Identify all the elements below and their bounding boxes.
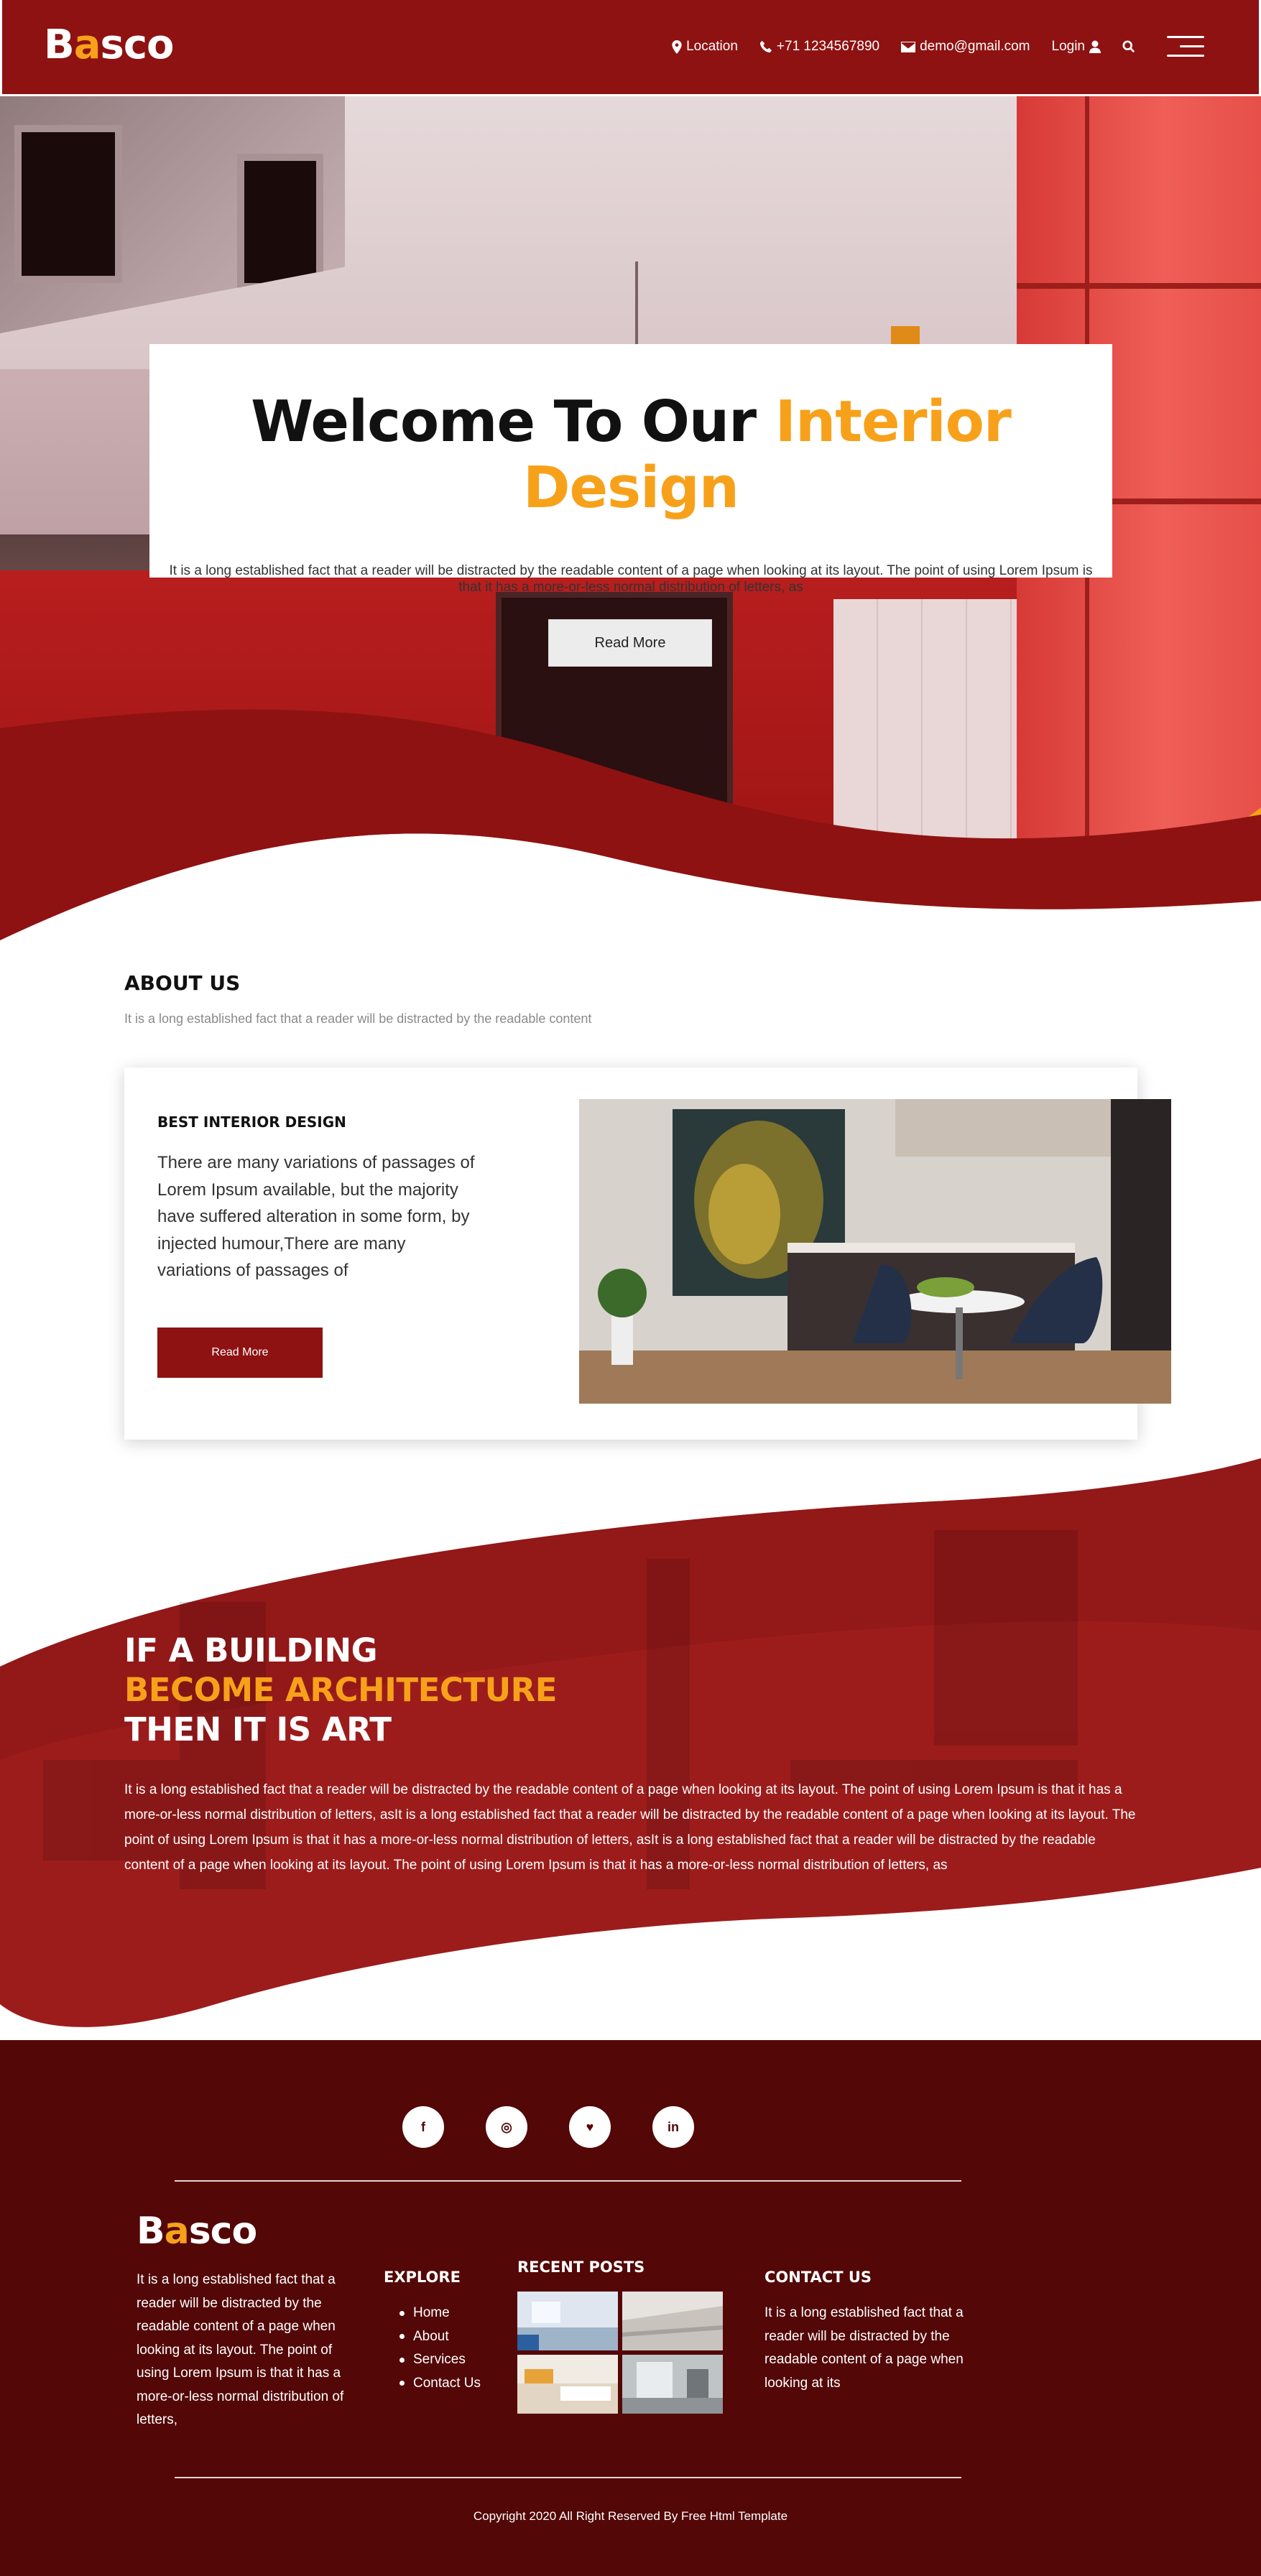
hamburger-line: [1180, 45, 1204, 47]
recent-post-thumbnail[interactable]: [622, 2292, 723, 2350]
search-button[interactable]: [1122, 40, 1135, 53]
hero-read-more-button[interactable]: Read More: [548, 619, 712, 667]
email-label: demo@gmail.com: [920, 39, 1030, 54]
architecture-heading-line2: BECOME ARCHITECTURE: [124, 1671, 558, 1709]
hero-title-main: Welcome To Our: [251, 389, 775, 455]
about-subtitle: It is a long established fact that a rea…: [124, 1011, 592, 1026]
location-link[interactable]: Location: [672, 39, 738, 55]
recent-post-thumbnail[interactable]: [517, 2292, 618, 2350]
footer-logo-rest: sco: [188, 2210, 257, 2253]
architecture-heading-line1: IF A BUILDING: [124, 1631, 378, 1669]
instagram-icon[interactable]: ◎: [486, 2106, 527, 2148]
architecture-banner-bg: [0, 1458, 1261, 2027]
site-logo[interactable]: Basco: [44, 22, 174, 68]
about-title: ABOUT US: [124, 971, 241, 995]
footer-link-home[interactable]: Home: [399, 2302, 481, 2325]
phone-label: +71 1234567890: [776, 39, 880, 54]
footer-divider-bottom: [175, 2477, 961, 2478]
hero-title: Welcome To Our Interior Design: [149, 389, 1112, 521]
footer-logo[interactable]: Basco: [137, 2210, 257, 2253]
architecture-text: It is a long established fact that a rea…: [124, 1782, 1136, 1873]
email-link[interactable]: demo@gmail.com: [901, 39, 1030, 55]
footer-about-text: It is a long established fact that a rea…: [137, 2272, 344, 2427]
search-icon: [1122, 40, 1135, 53]
kitchen-illustration: [579, 1099, 1171, 1404]
copyright-text: Copyright 2020 All Right Reserved By Fre…: [473, 2509, 788, 2523]
hero-description: It is a long established fact that a rea…: [169, 563, 1093, 595]
footer-divider-top: [175, 2180, 961, 2182]
about-read-more-button[interactable]: Read More: [157, 1328, 323, 1378]
menu-toggle-button[interactable]: [1167, 34, 1204, 59]
phone-icon: [759, 40, 772, 53]
site-header: Basco Location +71 1234567890 demo@gmail…: [0, 0, 1261, 96]
footer-contact-text: It is a long established fact that a rea…: [765, 2305, 964, 2391]
footer-recent-posts-title: RECENT POSTS: [517, 2258, 645, 2276]
about-card-title: BEST INTERIOR DESIGN: [157, 1113, 346, 1131]
map-pin-icon: [672, 40, 682, 54]
footer-explore-list: Home About Services Contact Us: [399, 2302, 481, 2395]
hero-card: Welcome To Our Interior Design It is a l…: [149, 344, 1112, 595]
user-icon: [1089, 40, 1101, 53]
top-nav: Location +71 1234567890 demo@gmail.com L…: [672, 34, 1204, 59]
logo-text-rest: sco: [100, 22, 174, 68]
recent-posts-grid: [517, 2292, 723, 2414]
hamburger-line: [1167, 55, 1204, 57]
architecture-heading-line3: THEN IT IS ART: [124, 1710, 392, 1748]
facebook-icon[interactable]: f: [402, 2106, 444, 2148]
footer-link-about[interactable]: About: [399, 2325, 481, 2349]
social-links: f ◎ ♥ in: [402, 2106, 694, 2148]
hamburger-line: [1167, 36, 1204, 38]
about-card-text: There are many variations of passages of…: [157, 1153, 475, 1280]
footer-logo-first: B: [137, 2210, 165, 2253]
location-label: Location: [686, 39, 738, 54]
site-footer: f ◎ ♥ in Basco It is a long established …: [0, 2040, 1261, 2576]
logo-text-accent: a: [73, 22, 101, 68]
login-link[interactable]: Login: [1052, 39, 1101, 55]
twitter-icon[interactable]: ♥: [569, 2106, 611, 2148]
logo-text-first: B: [44, 22, 75, 68]
footer-contact-title: CONTACT US: [765, 2269, 872, 2286]
login-label: Login: [1051, 39, 1086, 54]
recent-post-thumbnail[interactable]: [517, 2355, 618, 2414]
envelope-icon: [901, 41, 916, 52]
footer-explore-title: EXPLORE: [384, 2269, 461, 2286]
footer-logo-accent: a: [164, 2210, 190, 2253]
footer-link-contact[interactable]: Contact Us: [399, 2372, 481, 2396]
footer-link-services[interactable]: Services: [399, 2348, 481, 2372]
linkedin-icon[interactable]: in: [652, 2106, 694, 2148]
recent-post-thumbnail[interactable]: [622, 2355, 723, 2414]
phone-link[interactable]: +71 1234567890: [759, 39, 879, 55]
about-kitchen-image: [579, 1099, 1171, 1404]
hero-section: Welcome To Our Interior Design It is a l…: [0, 96, 1261, 944]
